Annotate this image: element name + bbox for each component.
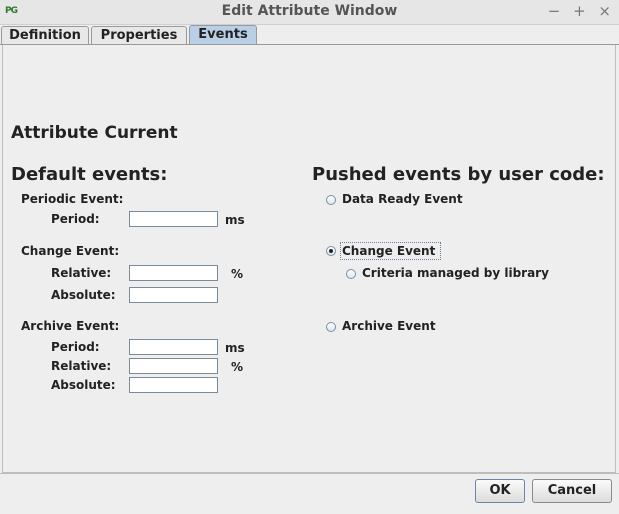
periodic-period-unit: ms bbox=[225, 213, 245, 227]
data-ready-event-label[interactable]: Data Ready Event bbox=[342, 192, 463, 206]
archive-relative-field[interactable] bbox=[129, 358, 218, 374]
minimize-icon[interactable]: − bbox=[548, 2, 561, 20]
data-ready-event-radio[interactable] bbox=[326, 195, 336, 205]
archive-event-label: Archive Event: bbox=[21, 319, 120, 333]
archive-absolute-label: Absolute: bbox=[51, 378, 116, 392]
change-absolute-label: Absolute: bbox=[51, 288, 116, 302]
attribute-title: Attribute Current bbox=[11, 123, 178, 143]
cancel-button[interactable]: Cancel bbox=[532, 479, 612, 503]
periodic-period-field[interactable] bbox=[129, 211, 218, 227]
criteria-library-radio[interactable] bbox=[346, 269, 356, 279]
change-event-label: Change Event: bbox=[21, 244, 120, 258]
events-panel bbox=[2, 45, 616, 473]
archive-period-label: Period: bbox=[51, 340, 100, 354]
change-absolute-field[interactable] bbox=[129, 287, 218, 303]
maximize-icon[interactable]: + bbox=[573, 2, 586, 20]
tab-events[interactable]: Events bbox=[189, 25, 257, 45]
tab-properties[interactable]: Properties bbox=[91, 26, 187, 45]
periodic-period-label: Period: bbox=[51, 212, 100, 226]
tab-definition[interactable]: Definition bbox=[1, 26, 89, 45]
archive-period-unit: ms bbox=[225, 341, 245, 355]
archive-event-radio[interactable] bbox=[326, 322, 336, 332]
change-event-radio-label[interactable]: Change Event bbox=[342, 244, 435, 258]
window-controls: − + × bbox=[540, 2, 611, 20]
criteria-library-label[interactable]: Criteria managed by library bbox=[362, 266, 549, 280]
title-bar[interactable]: PG Edit Attribute Window − + × bbox=[0, 0, 619, 25]
change-relative-unit: % bbox=[231, 267, 244, 281]
change-relative-label: Relative: bbox=[51, 266, 112, 280]
change-relative-field[interactable] bbox=[129, 265, 218, 281]
ok-button[interactable]: OK bbox=[475, 479, 525, 503]
window-title: Edit Attribute Window bbox=[221, 3, 398, 19]
change-event-radio[interactable] bbox=[326, 246, 336, 256]
archive-period-field[interactable] bbox=[129, 339, 218, 355]
default-events-heading: Default events: bbox=[11, 164, 168, 185]
pushed-events-heading: Pushed events by user code: bbox=[312, 164, 605, 185]
archive-relative-unit: % bbox=[231, 360, 244, 374]
archive-absolute-field[interactable] bbox=[129, 377, 218, 393]
close-icon[interactable]: × bbox=[598, 2, 611, 20]
archive-relative-label: Relative: bbox=[51, 359, 112, 373]
button-bar-divider bbox=[0, 473, 619, 474]
archive-event-radio-label[interactable]: Archive Event bbox=[342, 319, 436, 333]
periodic-event-label: Periodic Event: bbox=[21, 192, 124, 206]
tab-bar: Definition Properties Events bbox=[0, 25, 619, 45]
